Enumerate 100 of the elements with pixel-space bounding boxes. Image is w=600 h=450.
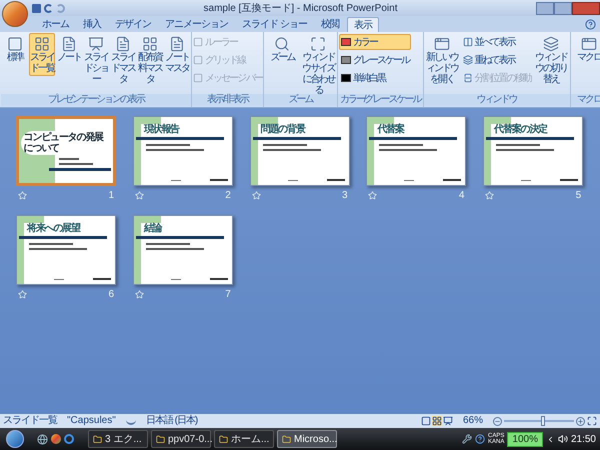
fit-window-icon[interactable] [587,416,597,426]
zoom-out-icon[interactable] [493,416,502,426]
transition-icon[interactable] [134,191,144,200]
close-button[interactable] [572,2,600,14]
zoom-level[interactable]: 66% [462,415,483,427]
footer-line [93,278,111,280]
taskbar-button[interactable]: ホーム... [214,430,274,448]
accent-block [491,117,512,124]
transition-icon[interactable] [18,290,27,299]
accent-strip [484,117,492,185]
view-icon [115,36,131,52]
ribbon-button[interactable]: スライド一覧 [29,33,55,76]
bullet-line [29,243,73,245]
ribbon-small-button[interactable]: カラー [338,34,411,50]
zoom-in-icon[interactable] [576,416,585,426]
view-icon [543,36,560,52]
ribbon-button[interactable]: ノートマスタ [164,33,190,76]
slide-number: 2 [225,189,231,203]
ribbon-small-button[interactable]: グレースケール [338,52,411,68]
group-label: ウィンドウ [424,94,570,106]
transition-icon[interactable] [368,191,378,200]
group-label: ズーム [264,94,337,106]
volume-icon[interactable] [558,434,568,444]
ribbon-button[interactable]: 標準 [2,33,28,65]
start-button[interactable] [6,430,24,448]
bullet-line [379,149,438,151]
ribbon-tab[interactable]: 表示 [346,17,379,32]
slide-number: 1 [108,189,114,203]
save-icon[interactable] [32,4,41,12]
ribbon-tab[interactable]: ホーム [36,17,75,32]
view-icon [274,36,290,52]
slide-title: 結論 [142,223,164,234]
taskbar-button[interactable]: Microso... [277,430,337,448]
office-button[interactable] [2,1,28,27]
ribbon-tab[interactable]: アニメーション [159,17,234,32]
footer-line [210,278,228,280]
ribbon-small-button[interactable]: 単純白黒 [338,70,411,86]
normal-view-icon[interactable] [420,416,431,426]
ribbon-button[interactable]: ウィンドウの切り替え [534,33,569,87]
footer-line [170,278,181,280]
slide-title: 現状報告 [142,124,180,135]
minimize-button[interactable] [536,2,554,14]
ribbon-tab[interactable]: 校閲 [314,17,345,32]
group-label: マクロ [570,94,600,106]
ribbon-tab[interactable]: スライド ショー [236,17,313,32]
ribbon-button[interactable]: スライドショー [83,33,109,87]
view-icon [310,36,326,52]
help-icon[interactable] [585,19,596,30]
globe-icon[interactable] [37,434,48,444]
subtitle-line [58,163,93,165]
taskbar-button[interactable]: ppv07-0... [151,430,211,448]
ribbon-button[interactable]: 新しいウィンドウを開く [424,33,460,87]
group-label: 表示/非表示 [192,94,263,106]
undo-icon[interactable] [44,4,53,12]
window-layout-icon [462,55,473,65]
wrench-icon[interactable] [462,434,472,444]
transition-icon[interactable] [485,191,494,200]
ribbon-small-button[interactable]: 並べて表示 [460,34,533,50]
taskbar-button[interactable]: 3 エク... [88,430,148,448]
slide-thumbnail[interactable]: 現状報告 [132,116,233,186]
bullet-line [146,144,190,146]
slide-number: 6 [108,288,114,302]
transition-icon[interactable] [252,191,261,200]
slide-thumbnail[interactable]: 結論 [132,215,233,285]
slide-sorter-icon[interactable] [432,416,442,426]
view-icon [142,36,158,52]
help-icon[interactable] [475,434,486,444]
accent-block [24,216,44,223]
slide-thumbnail[interactable]: コンピュータの発展について [16,116,116,186]
footer-line [54,278,64,280]
ribbon-button[interactable]: スライドマスタ [110,33,136,87]
accent-block [140,117,161,124]
ribbon-small-button[interactable]: 重ねて表示 [460,52,533,68]
ribbon-button[interactable]: マクロ [572,33,600,65]
view-icon [88,36,104,52]
ribbon-tab[interactable]: 挿入 [77,17,107,32]
view-icon [61,36,77,52]
slideshow-icon[interactable] [442,416,453,426]
bullet-line [379,144,424,146]
ribbon-button[interactable]: 配布資料マスタ [137,33,163,87]
window-title: sample [互換モード] - Microsoft PowerPoint [202,2,398,16]
transition-icon[interactable] [18,191,27,200]
accent-strip [250,117,258,185]
slide-thumbnail[interactable]: 将来への展望 [16,215,116,285]
slider-thumb[interactable] [540,416,544,426]
slide-thumbnail[interactable]: 代替案の決定 [483,116,584,186]
bullet-line [496,149,554,151]
bullet-line [262,144,307,146]
ribbon-button[interactable]: ズーム [264,33,300,65]
maximize-button[interactable] [554,2,572,14]
bullet-line [29,248,87,250]
window-layout-icon [462,73,473,83]
accent-strip [367,117,374,185]
ribbon-button[interactable]: ノート [56,33,82,65]
slide-thumbnail[interactable]: 問題の背景 [250,116,350,186]
folder-icon [93,434,102,444]
transition-icon[interactable] [134,290,144,299]
ribbon-tab[interactable]: デザイン [109,17,157,32]
slide-thumbnail[interactable]: 代替案 [366,116,466,186]
view-icon [7,36,23,52]
